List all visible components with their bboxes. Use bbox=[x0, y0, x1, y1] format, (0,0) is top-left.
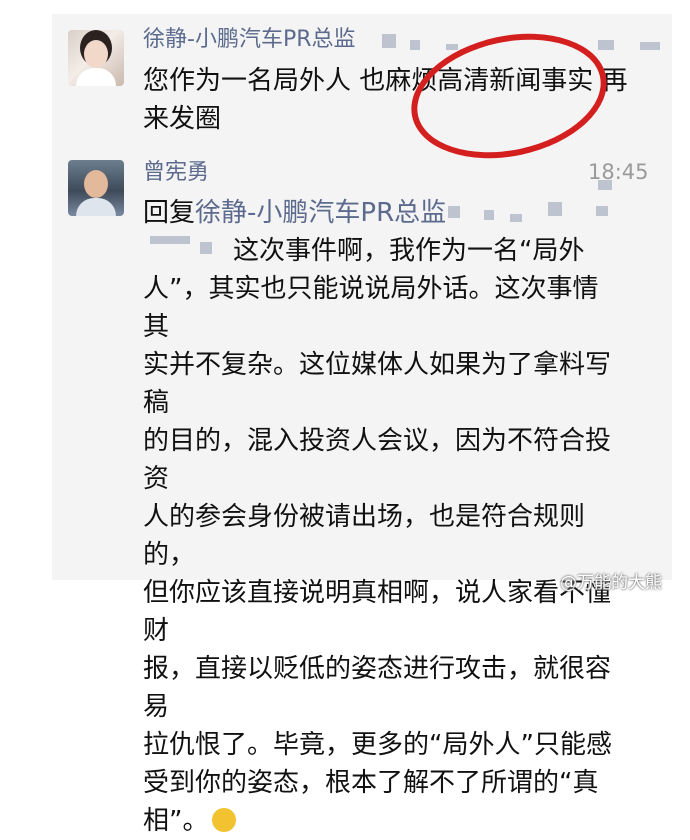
avatar-face bbox=[84, 40, 108, 68]
redaction-mark bbox=[382, 34, 396, 48]
reply-prefix: 回复 bbox=[143, 198, 196, 228]
message-text[interactable]: 回复徐静-小鹏汽车PR总监 这次事件啊，我作为一名“局外 人”，其实也只能说说局… bbox=[143, 194, 623, 840]
redaction-mark bbox=[446, 44, 458, 50]
redaction-mark bbox=[484, 210, 494, 220]
redaction-mark bbox=[150, 236, 190, 244]
sender-avatar[interactable] bbox=[68, 30, 124, 86]
message-line: 的目的，混入投资人会议，因为不符合投资 bbox=[143, 426, 612, 494]
redaction-mark bbox=[596, 206, 608, 216]
redaction-mark bbox=[548, 202, 562, 216]
redaction-mark bbox=[510, 214, 522, 222]
message-line: 相”。 bbox=[143, 802, 623, 840]
message-line: 但你应该直接说明真相啊，说人家看不懂财 bbox=[143, 578, 612, 646]
message-line: 报，直接以贬低的姿态进行攻击，就很容易 bbox=[143, 654, 612, 722]
avatar-body bbox=[76, 68, 116, 86]
redaction-mark bbox=[448, 206, 460, 218]
message-line: 这次事件啊，我作为一名“局外 bbox=[233, 236, 585, 266]
message-line: 受到你的姿态，根本了解不了所谓的“真 bbox=[143, 768, 599, 798]
avatar-face bbox=[84, 170, 108, 198]
sender-avatar[interactable] bbox=[68, 160, 124, 216]
laughing-tears-emoji-icon bbox=[212, 808, 237, 832]
redaction-mark bbox=[410, 40, 420, 50]
redaction-mark bbox=[598, 180, 612, 190]
message-line: 实并不复杂。这位媒体人如果为了拿料写稿 bbox=[143, 350, 612, 418]
redaction-mark bbox=[598, 40, 614, 50]
watermark: @万能的大熊 bbox=[560, 573, 662, 593]
message-line: 拉仇恨了。毕竟，更多的“局外人”只能感 bbox=[143, 730, 612, 760]
sender-name[interactable]: 徐静-小鹏汽车PR总监 bbox=[143, 27, 356, 53]
message-line: 人”，其实也只能说说局外话。这次事情其 bbox=[143, 274, 599, 342]
avatar-body bbox=[76, 198, 116, 216]
message-line: 人的参会身份被请出场，也是符合规则的， bbox=[143, 502, 586, 570]
redaction-mark bbox=[200, 242, 212, 254]
reply-to-name[interactable]: 徐静-小鹏汽车PR总监 bbox=[195, 198, 446, 228]
redaction-mark bbox=[640, 42, 660, 50]
sender-name[interactable]: 曾宪勇 bbox=[143, 160, 209, 186]
